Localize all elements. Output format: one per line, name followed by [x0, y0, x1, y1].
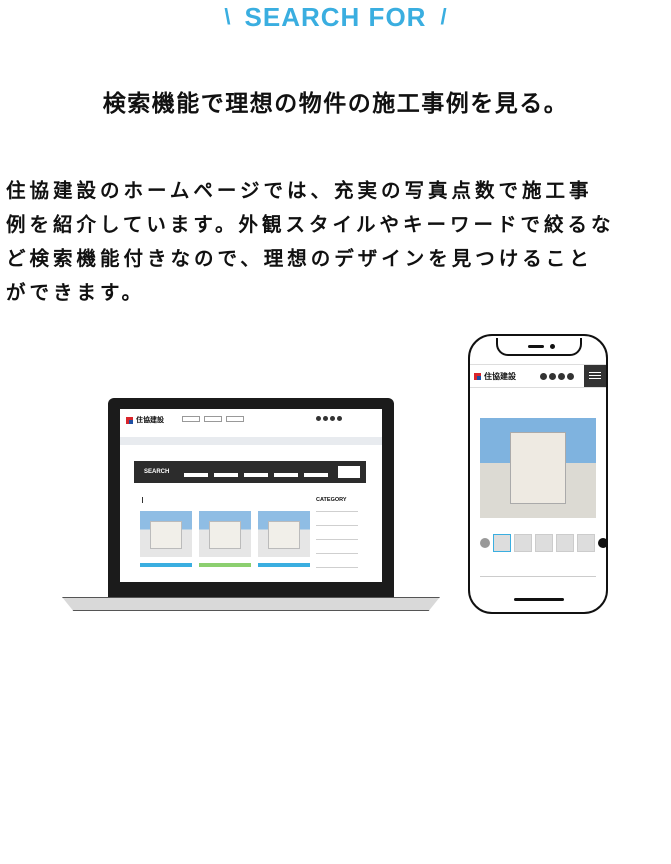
laptop-brand-name: 住協建設	[136, 416, 164, 424]
laptop-section-title	[142, 497, 161, 503]
sidebar-divider	[316, 553, 358, 554]
phone-header: 住協建設	[470, 364, 606, 388]
laptop-breadcrumb-bar	[120, 437, 382, 445]
body-line: 例を紹介しています。外観スタイルやキーワードで絞るな	[6, 213, 615, 236]
sns-icon	[567, 372, 574, 380]
case-tag	[199, 563, 251, 567]
section-heading: \ SEARCH FOR /	[0, 0, 671, 34]
body-paragraph: 住協建設のホームページでは、充実の写真点数で施工事 例を紹介しています。外観スタ…	[6, 174, 670, 310]
gallery-thumb	[556, 534, 574, 552]
laptop-nav	[182, 416, 244, 422]
sns-icon	[323, 416, 328, 421]
body-line: ができます。	[6, 281, 146, 304]
case-thumbnail	[258, 511, 310, 557]
sns-icon	[316, 416, 321, 421]
nav-item	[182, 416, 200, 422]
search-field	[274, 473, 298, 477]
body-line: 住協建設のホームページでは、充実の写真点数で施工事	[6, 179, 593, 202]
nav-item	[226, 416, 244, 422]
sidebar-divider	[316, 567, 358, 568]
sns-icon	[558, 372, 565, 380]
smartphone-mockup: 住協建設	[468, 334, 608, 614]
laptop-search-label: SEARCH	[144, 469, 170, 475]
case-tag	[140, 563, 192, 567]
sns-icon	[540, 372, 547, 380]
sns-icon	[337, 416, 342, 421]
laptop-base	[62, 597, 440, 611]
case-thumbnail	[199, 511, 251, 557]
phone-brand: 住協建設	[474, 371, 516, 382]
phone-home-indicator	[514, 598, 564, 601]
gallery-thumb	[514, 534, 532, 552]
phone-divider	[480, 576, 596, 577]
laptop-screen: 住協建設 SEARCH CATEGORY	[108, 398, 394, 598]
phone-notch	[496, 338, 582, 356]
case-thumbnail	[140, 511, 192, 557]
sidebar-divider	[316, 539, 358, 540]
hamburger-menu-icon	[584, 365, 606, 387]
search-field	[244, 473, 268, 477]
sns-icon	[330, 416, 335, 421]
phone-brand-name: 住協建設	[484, 371, 516, 381]
heading-right-mark: /	[440, 4, 447, 29]
sidebar-divider	[316, 525, 358, 526]
heading-title: SEARCH FOR	[244, 1, 427, 32]
laptop-sns-icons	[316, 416, 342, 421]
phone-house-photo	[480, 418, 596, 518]
body-line: ど検索機能付きなので、理想のデザインを見つけること	[6, 247, 593, 270]
gallery-thumb	[577, 534, 595, 552]
heading-left-mark: \	[224, 4, 231, 29]
gallery-thumb	[493, 534, 511, 552]
brand-logo-icon	[474, 372, 481, 380]
nav-item	[204, 416, 222, 422]
laptop-search-panel: SEARCH	[134, 461, 366, 483]
phone-sns-icons	[540, 372, 574, 380]
prev-arrow-icon	[480, 538, 490, 548]
search-field	[184, 473, 208, 477]
search-field	[214, 473, 238, 477]
brand-logo-icon	[126, 416, 133, 424]
lead-text: 検索機能で理想の物件の施工事例を見る。	[102, 91, 569, 117]
phone-gallery-thumbnails	[480, 534, 606, 552]
sns-icon	[549, 372, 556, 380]
search-button	[338, 466, 360, 478]
search-field	[304, 473, 328, 477]
sidebar-divider	[316, 511, 358, 512]
laptop-website-preview: 住協建設 SEARCH CATEGORY	[120, 409, 382, 582]
laptop-category-label: CATEGORY	[316, 497, 347, 503]
laptop-brand-row: 住協建設	[120, 409, 382, 426]
gallery-thumb	[535, 534, 553, 552]
next-arrow-icon	[598, 538, 606, 548]
case-tag	[258, 563, 310, 567]
